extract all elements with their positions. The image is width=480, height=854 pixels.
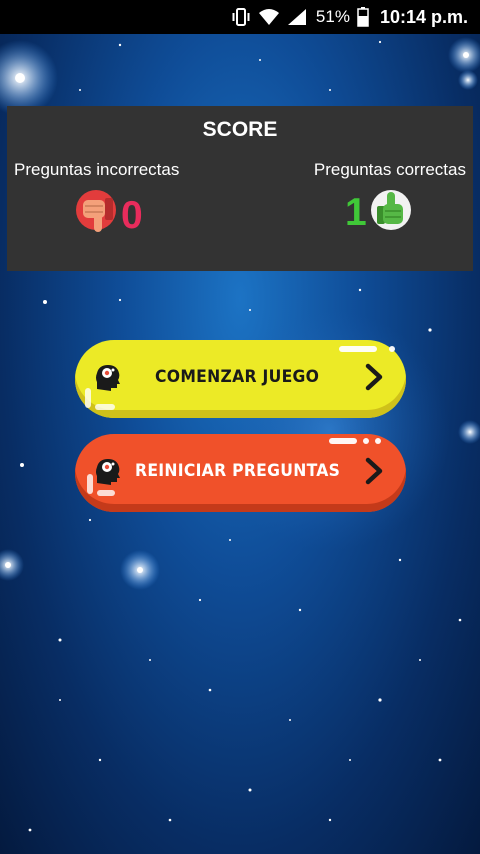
start-game-button[interactable]: COMENZAR JUEGO: [75, 340, 406, 418]
status-bar: 51% 10:14 p.m.: [0, 0, 480, 34]
incorrect-score: 0: [75, 188, 143, 242]
start-game-label: COMENZAR JUEGO: [155, 367, 320, 387]
brain-head-icon: [93, 456, 123, 490]
correct-score: 1: [345, 188, 413, 236]
incorrect-label: Preguntas incorrectas: [14, 160, 180, 179]
wifi-icon: [258, 8, 280, 26]
vibrate-icon: [231, 8, 251, 26]
thumbs-up-icon: [369, 188, 413, 236]
incorrect-count: 0: [121, 193, 143, 237]
signal-icon: [287, 8, 307, 26]
battery-percentage: 51%: [315, 7, 350, 26]
reset-questions-button[interactable]: REINICIAR PREGUNTAS: [75, 434, 406, 512]
score-panel: SCORE Preguntas incorrectas Preguntas co…: [7, 106, 473, 271]
brain-head-icon: [93, 362, 123, 396]
correct-label-container: Preguntas correctas: [314, 160, 466, 180]
button-shine: [375, 438, 381, 444]
chevron-right-icon: [364, 363, 384, 395]
button-shine: [95, 404, 115, 410]
button-shine: [97, 490, 115, 496]
button-shine: [329, 438, 357, 444]
button-shine: [363, 438, 369, 444]
reset-questions-label: REINICIAR PREGUNTAS: [135, 461, 341, 481]
button-shine: [339, 346, 377, 352]
button-shine: [389, 346, 395, 352]
button-shine: [85, 388, 91, 408]
correct-label: Preguntas correctas: [313, 160, 466, 179]
correct-count: 1: [345, 190, 367, 234]
battery-icon: [357, 7, 369, 27]
chevron-right-icon: [364, 457, 384, 489]
incorrect-label-container: Preguntas incorrectas: [14, 160, 179, 180]
clock: 10:14 p.m.: [379, 6, 468, 27]
score-title: SCORE: [202, 118, 278, 141]
thumbs-down-icon: [75, 188, 119, 242]
